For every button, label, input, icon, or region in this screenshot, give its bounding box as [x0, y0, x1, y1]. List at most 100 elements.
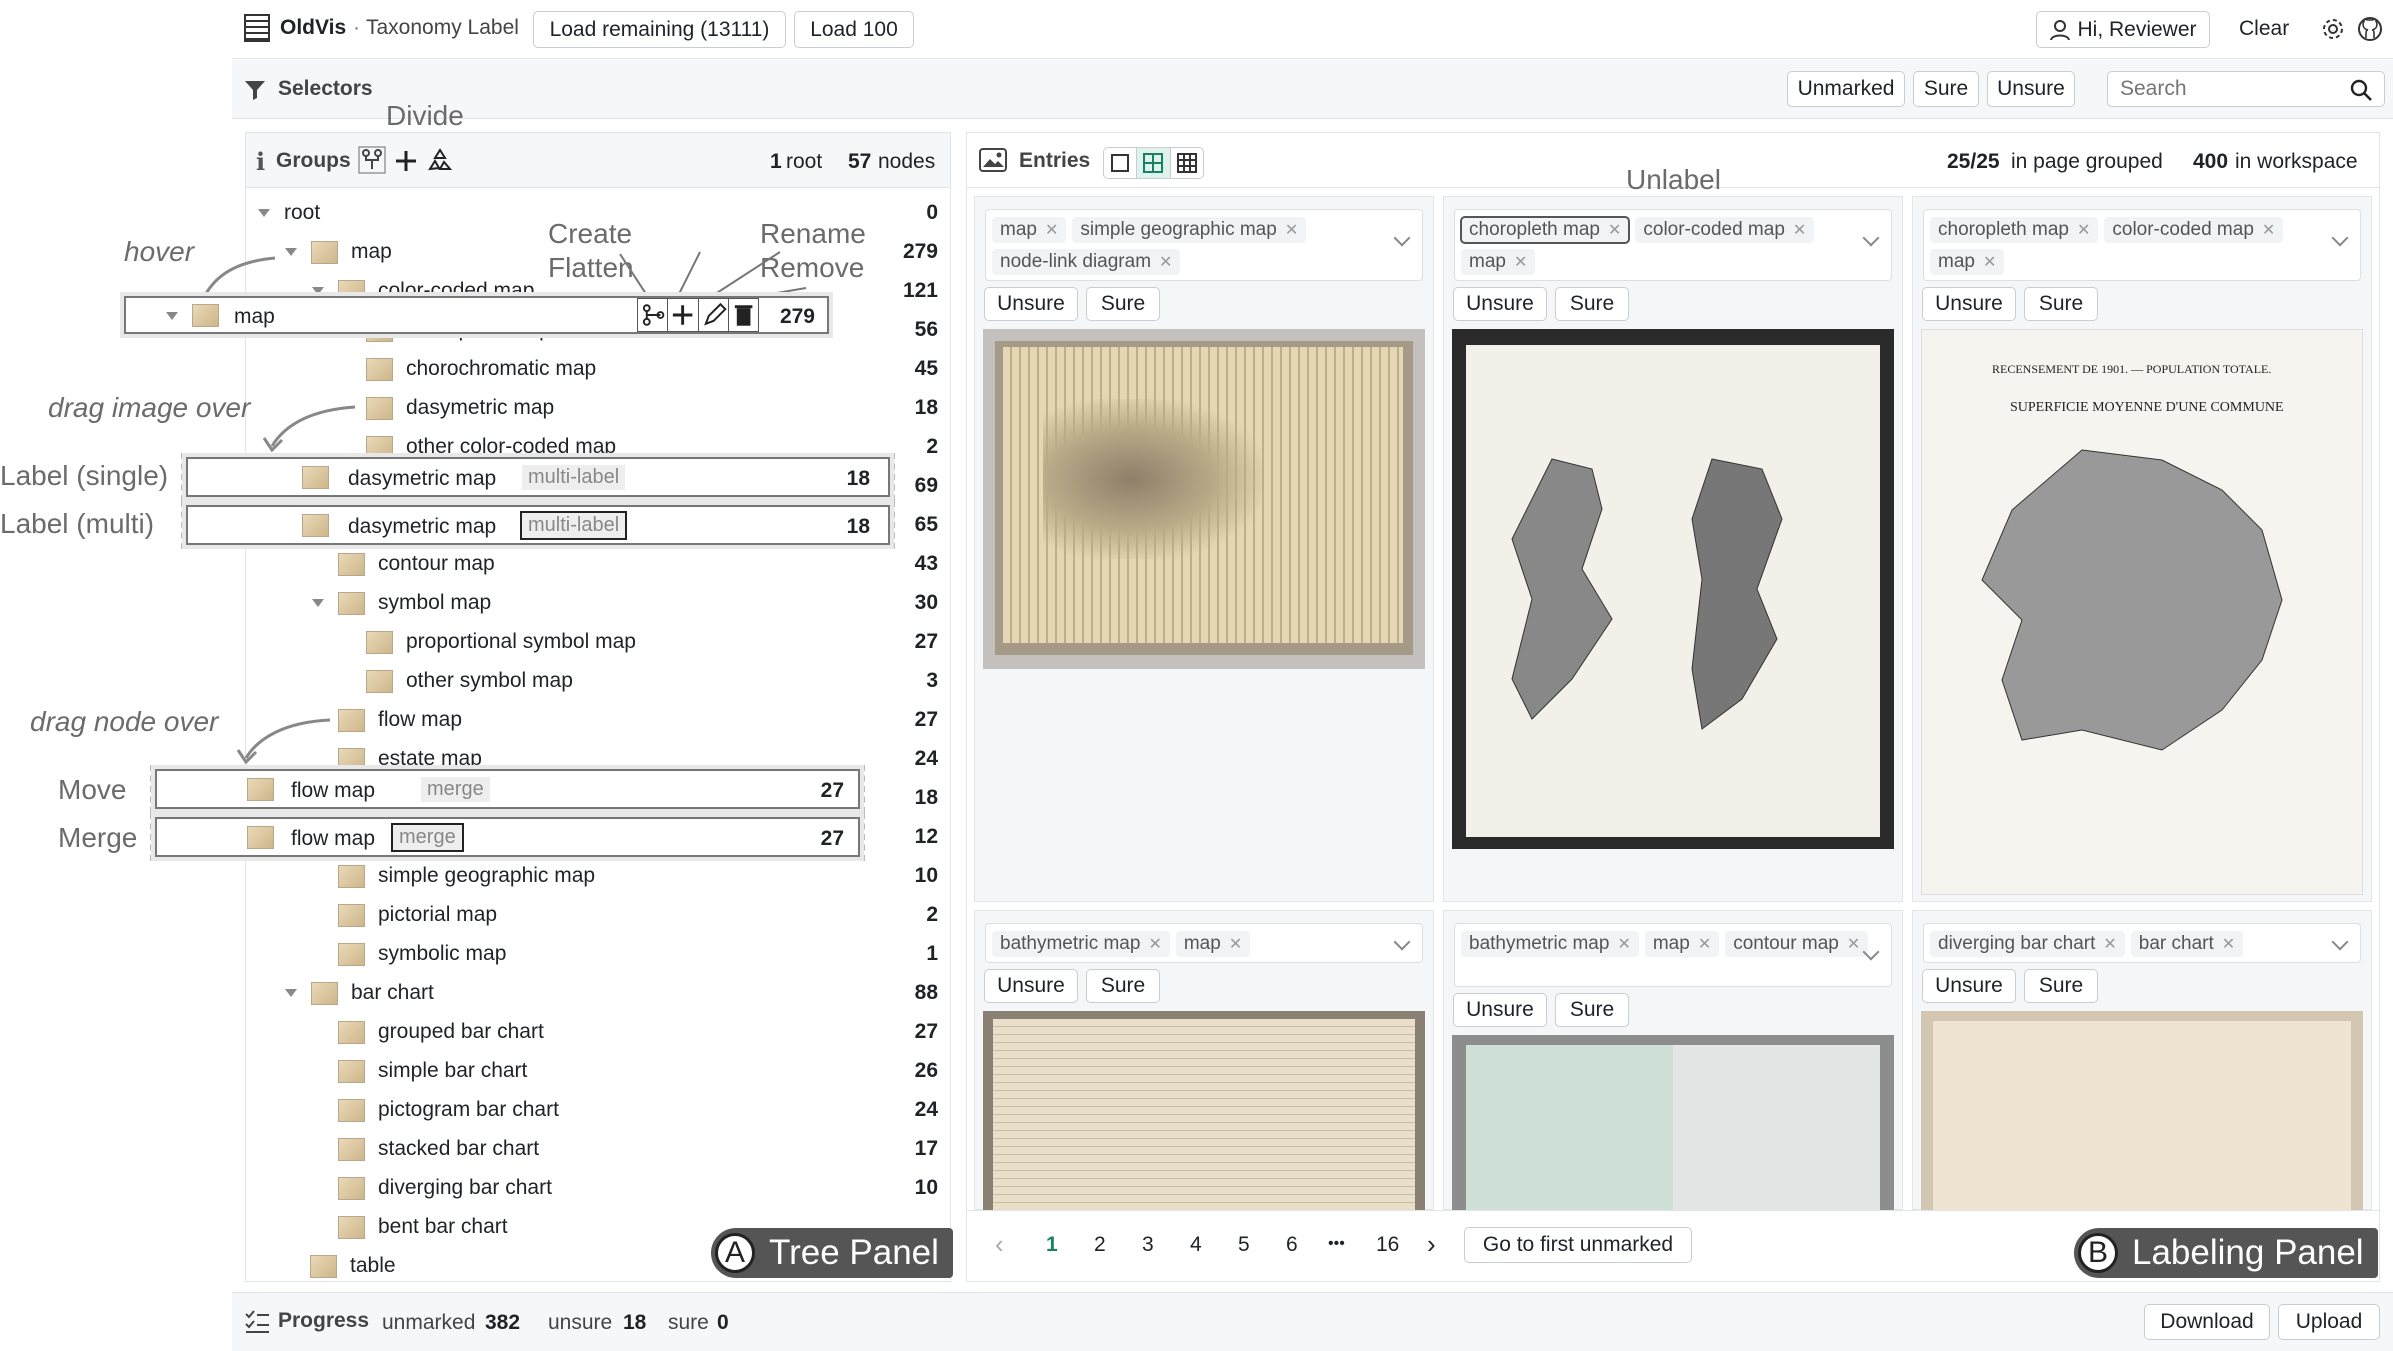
unmarked-filter-button[interactable]: Unmarked [1787, 71, 1905, 107]
remove-tag-icon[interactable]: ✕ [2222, 934, 2235, 954]
sure-button[interactable]: Sure [1086, 287, 1160, 321]
tree-node[interactable]: bar chart 88 [285, 974, 938, 1012]
tree-node[interactable]: stacked bar chart 17 [338, 1130, 938, 1168]
tag[interactable]: map ✕ [992, 217, 1067, 243]
tag[interactable]: choropleth map ✕ [1459, 216, 1631, 244]
entry-card[interactable]: choropleth map ✕ color-coded map ✕ map ✕ Unsu… [1912, 196, 2372, 902]
tag[interactable]: map ✕ [1461, 249, 1536, 275]
upload-button[interactable]: Upload [2278, 1304, 2380, 1340]
tag[interactable]: choropleth map ✕ [1930, 217, 2099, 243]
sure-button[interactable]: Sure [1555, 993, 1629, 1027]
tag[interactable]: diverging bar chart ✕ [1930, 931, 2125, 957]
unsure-button[interactable]: Unsure [1453, 993, 1547, 1027]
github-icon[interactable] [2357, 16, 2383, 42]
entry-card[interactable]: diverging bar chart ✕ bar chart ✕ Unsure Su… [1912, 910, 2372, 1211]
page-3[interactable]: 3 [1142, 1233, 1154, 1257]
tag-box[interactable]: diverging bar chart ✕ bar chart ✕ [1923, 923, 2361, 963]
remove-tag-icon[interactable]: ✕ [1698, 934, 1711, 954]
tree-node[interactable]: pictogram bar chart 24 [338, 1091, 938, 1129]
sure-button[interactable]: Sure [1555, 287, 1629, 321]
tree-node[interactable]: grouped bar chart 27 [338, 1013, 938, 1051]
page-5[interactable]: 5 [1238, 1233, 1250, 1257]
multi-label-tag-active[interactable]: multi-label [520, 511, 628, 540]
tag[interactable]: color-coded map ✕ [2104, 217, 2284, 243]
gear-icon[interactable] [2320, 16, 2346, 42]
merge-tag-active[interactable]: merge [391, 823, 464, 852]
tag-box[interactable]: bathymetric map ✕ map ✕ contour map ✕ [1454, 923, 1892, 987]
unsure-button[interactable]: Unsure [984, 287, 1078, 321]
page-2[interactable]: 2 [1094, 1233, 1106, 1257]
remove-tag-icon[interactable]: ✕ [1793, 220, 1806, 240]
remove-tag-icon[interactable]: ✕ [2262, 220, 2275, 240]
tag[interactable]: node-link diagram ✕ [992, 249, 1181, 275]
search-input[interactable] [2107, 71, 2385, 107]
tag[interactable]: map ✕ [1175, 931, 1251, 957]
tag[interactable]: bar chart ✕ [2130, 931, 2244, 957]
remove-tag-icon[interactable]: ✕ [1983, 252, 1996, 272]
entry-card[interactable]: bathymetric map ✕ map ✕ contour map ✕ Unsure … [1443, 910, 1903, 1211]
remove-tag-icon[interactable]: ✕ [1045, 220, 1058, 240]
page-6[interactable]: 6 [1286, 1233, 1298, 1257]
tree-node[interactable]: symbolic map 1 [338, 935, 938, 973]
sure-button[interactable]: Sure [2024, 287, 2098, 321]
view-single-icon[interactable] [1104, 148, 1138, 178]
tag-box[interactable]: map ✕ simple geographic map ✕ node-link diag… [985, 209, 1423, 281]
tag[interactable]: map ✕ [1644, 931, 1720, 957]
unsure-button[interactable]: Unsure [1922, 287, 2016, 321]
tag[interactable]: map ✕ [1930, 249, 2005, 275]
tag-box[interactable]: choropleth map ✕ color-coded map ✕ map ✕ [1454, 209, 1892, 281]
tree-node[interactable]: simple bar chart 26 [338, 1052, 938, 1090]
clear-button[interactable]: Clear [2239, 17, 2289, 41]
download-button[interactable]: Download [2144, 1304, 2270, 1340]
tree-node[interactable]: diverging bar chart 10 [338, 1169, 938, 1207]
remove-tag-icon[interactable]: ✕ [1617, 934, 1630, 954]
entry-card[interactable]: choropleth map ✕ color-coded map ✕ map ✕ Unsu… [1443, 196, 1903, 902]
view-dense-icon[interactable] [1171, 148, 1203, 178]
sure-button[interactable]: Sure [1086, 969, 1160, 1003]
tag[interactable]: bathymetric map ✕ [1461, 931, 1639, 957]
remove-tag-icon[interactable]: ✕ [2103, 934, 2116, 954]
page-ellipsis[interactable]: ••• [1328, 1235, 1345, 1253]
remove-tag-icon[interactable]: ✕ [1285, 220, 1298, 240]
chevron-down-icon[interactable] [2331, 229, 2349, 247]
page-1[interactable]: 1 [1046, 1233, 1058, 1257]
go-to-first-unmarked-button[interactable]: Go to first unmarked [1464, 1227, 1692, 1263]
rename-node-icon[interactable] [699, 299, 729, 331]
tag[interactable]: bathymetric map ✕ [992, 931, 1170, 957]
multi-label-tag[interactable]: multi-label [522, 465, 626, 490]
remove-tag-icon[interactable]: ✕ [1608, 220, 1621, 240]
tag-box[interactable]: bathymetric map ✕ map ✕ [985, 923, 1423, 963]
next-page-icon[interactable]: › [1427, 1229, 1436, 1260]
tag[interactable]: contour map ✕ [1725, 931, 1869, 957]
remove-node-icon[interactable] [729, 299, 758, 331]
unsure-button[interactable]: Unsure [1922, 969, 2016, 1003]
unsure-button[interactable]: Unsure [1453, 287, 1547, 321]
remove-tag-icon[interactable]: ✕ [1847, 934, 1860, 954]
chevron-down-icon[interactable] [2331, 933, 2349, 951]
remove-tag-icon[interactable]: ✕ [1229, 934, 1242, 954]
collapse-icon[interactable] [285, 989, 297, 997]
user-button[interactable]: Hi, Reviewer [2036, 11, 2210, 48]
page-16[interactable]: 16 [1376, 1233, 1399, 1257]
unsure-filter-button[interactable]: Unsure [1987, 71, 2075, 107]
remove-tag-icon[interactable]: ✕ [1514, 252, 1527, 272]
view-grid-icon[interactable] [1137, 148, 1171, 178]
chevron-down-icon[interactable] [1393, 933, 1411, 951]
chevron-down-icon[interactable] [1862, 229, 1880, 247]
remove-tag-icon[interactable]: ✕ [2077, 220, 2090, 240]
entry-card[interactable]: bathymetric map ✕ map ✕ Unsure Sure [974, 910, 1434, 1211]
prev-page-icon[interactable]: ‹ [995, 1229, 1004, 1260]
tag[interactable]: simple geographic map ✕ [1072, 217, 1307, 243]
unsure-button[interactable]: Unsure [984, 969, 1078, 1003]
remove-tag-icon[interactable]: ✕ [1159, 252, 1172, 272]
create-node-icon[interactable] [668, 299, 699, 331]
tag[interactable]: color-coded map ✕ [1635, 217, 1815, 243]
tag-box[interactable]: choropleth map ✕ color-coded map ✕ map ✕ [1923, 209, 2361, 281]
sure-button[interactable]: Sure [2024, 969, 2098, 1003]
sure-filter-button[interactable]: Sure [1913, 71, 1979, 107]
remove-tag-icon[interactable]: ✕ [1148, 934, 1161, 954]
page-4[interactable]: 4 [1190, 1233, 1202, 1257]
chevron-down-icon[interactable] [1393, 229, 1411, 247]
search-icon[interactable] [2349, 78, 2373, 102]
divide-node-icon[interactable] [638, 299, 669, 331]
